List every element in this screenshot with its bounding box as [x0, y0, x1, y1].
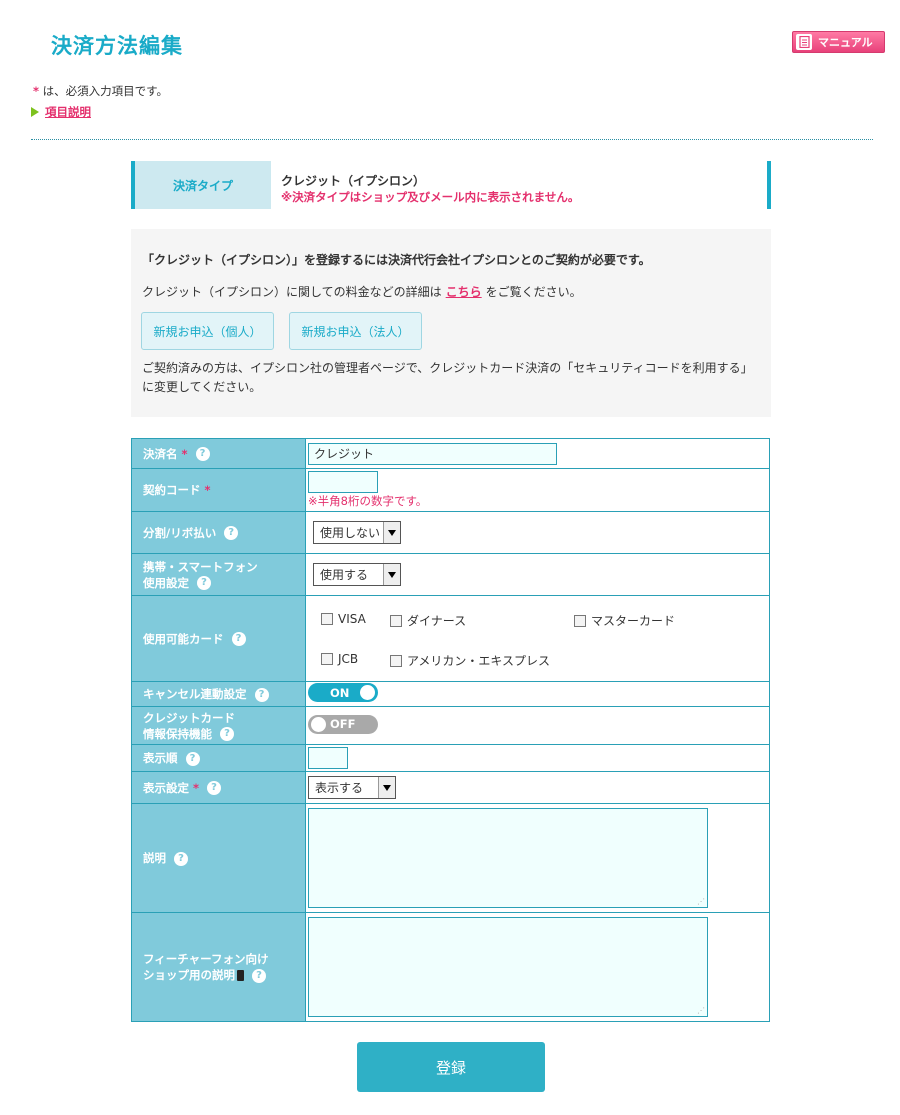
help-icon[interactable]: ?: [207, 781, 222, 795]
card-keep-toggle[interactable]: OFF: [308, 714, 378, 734]
display-setting-label: 表示設定 *?: [131, 771, 306, 804]
contract-code-label: 契約コード *: [131, 468, 306, 512]
help-link-row: 項目説明: [31, 104, 91, 120]
details-link[interactable]: こちら: [446, 285, 482, 299]
help-icon[interactable]: ?: [185, 751, 200, 766]
display-order-input[interactable]: [308, 747, 348, 769]
payment-settings-form: 決済名 *? クレジット 契約コード * ※半角8桁の数字です。 分割/リボ払い? …: [131, 438, 770, 1022]
installment-select[interactable]: 使用しない: [313, 521, 401, 544]
card-amex-checkbox[interactable]: アメリカン・エキスプレス: [390, 652, 550, 669]
row-cancel-link: キャンセル連動設定? ON: [131, 681, 770, 707]
row-card-keep: クレジットカード 情報保持機能? OFF: [131, 706, 770, 745]
help-icon[interactable]: ?: [231, 632, 246, 646]
contract-info-line2-after: をご覧ください。: [485, 285, 582, 299]
help-icon[interactable]: ?: [174, 851, 188, 866]
cancel-link-label: キャンセル連動設定?: [131, 681, 306, 707]
page-title: 決済方法編集: [51, 34, 183, 58]
payment-type-right-bar: [767, 161, 771, 209]
row-payment-name: 決済名 *? クレジット: [131, 438, 770, 469]
feature-phone-label: フィーチャーフォン向け ショップ用の説明?: [131, 912, 306, 1022]
help-icon[interactable]: ?: [195, 447, 210, 461]
display-setting-select[interactable]: 表示する: [308, 776, 396, 799]
register-button[interactable]: 登録: [357, 1042, 545, 1092]
arrow-right-icon: [31, 107, 39, 117]
mobile-label: 携帯・スマートフォン 使用設定?: [131, 553, 306, 596]
manual-button-label: マニュアル: [818, 36, 873, 49]
card-keep-label: クレジットカード 情報保持機能?: [131, 706, 306, 745]
help-icon[interactable]: ?: [197, 576, 211, 590]
installment-label: 分割/リボ払い?: [131, 511, 306, 554]
required-note: * は、必須入力項目です。: [33, 83, 168, 99]
payment-name-label: 決済名 *?: [131, 438, 306, 469]
row-installment: 分割/リボ払い? 使用しない: [131, 511, 770, 554]
help-icon[interactable]: ?: [254, 687, 269, 702]
description-label: 説明?: [131, 803, 306, 913]
contract-info-line1: 「クレジット（イプシロン）」を登録するには決済代行会社イプシロンとのご契約が必要…: [142, 253, 651, 267]
cards-label: 使用可能カード?: [131, 595, 306, 682]
resize-grip-icon[interactable]: ⋰: [697, 1006, 705, 1015]
feature-phone-textarea[interactable]: ⋰: [308, 917, 708, 1017]
contract-info-box: 「クレジット（イプシロン）」を登録するには決済代行会社イプシロンとのご契約が必要…: [131, 229, 771, 417]
payment-type-box: 決済タイプ クレジット（イプシロン） ※決済タイプはショップ及びメール内に表示さ…: [131, 161, 771, 209]
row-cards: 使用可能カード? VISA ダイナース マスターカード JCB アメリカン・エキ…: [131, 595, 770, 682]
row-contract-code: 契約コード * ※半角8桁の数字です。: [131, 468, 770, 512]
cancel-link-toggle[interactable]: ON: [308, 683, 378, 702]
required-star: *: [204, 483, 211, 497]
row-display-setting: 表示設定 *? 表示する: [131, 771, 770, 804]
required-star: *: [193, 780, 200, 795]
row-mobile: 携帯・スマートフォン 使用設定? 使用する: [131, 553, 770, 596]
manual-button[interactable]: マニュアル: [792, 31, 885, 53]
chevron-down-icon: [378, 777, 395, 798]
chevron-down-icon: [383, 522, 400, 543]
contract-info-line2: クレジット（イプシロン）に関しての料金などの詳細は こちら をご覧ください。: [142, 283, 582, 300]
item-help-link[interactable]: 項目説明: [45, 104, 91, 120]
required-star: *: [181, 446, 188, 461]
row-feature-phone: フィーチャーフォン向け ショップ用の説明? ⋰: [131, 912, 770, 1022]
help-icon[interactable]: ?: [224, 526, 239, 540]
contract-info-line2-before: クレジット（イプシロン）に関しての料金などの詳細は: [142, 285, 442, 299]
help-icon[interactable]: ?: [252, 968, 266, 983]
feature-phone-icon: [237, 970, 244, 981]
payment-name-input[interactable]: クレジット: [308, 442, 557, 465]
required-text: は、必須入力項目です。: [39, 84, 169, 98]
payment-type-label: 決済タイプ: [135, 161, 271, 209]
payment-type-note: ※決済タイプはショップ及びメール内に表示されません。: [281, 190, 580, 204]
divider: [31, 139, 873, 140]
row-description: 説明? ⋰: [131, 803, 770, 913]
mobile-select[interactable]: 使用する: [313, 563, 401, 586]
card-diners-checkbox[interactable]: ダイナース: [390, 612, 466, 629]
contract-info-line3: ご契約済みの方は、イプシロン社の管理者ページで、クレジットカード決済の「セキュリ…: [142, 361, 753, 394]
chevron-down-icon: [383, 564, 400, 585]
payment-type-value: クレジット（イプシロン）: [281, 174, 426, 188]
apply-personal-button[interactable]: 新規お申込（個人）: [141, 312, 274, 350]
resize-grip-icon[interactable]: ⋰: [697, 897, 705, 906]
card-master-checkbox[interactable]: マスターカード: [574, 612, 675, 629]
row-display-order: 表示順?: [131, 744, 770, 772]
apply-corporate-button[interactable]: 新規お申込（法人）: [289, 312, 422, 350]
description-textarea[interactable]: ⋰: [308, 808, 708, 908]
card-jcb-checkbox[interactable]: JCB: [321, 652, 358, 666]
manual-document-icon: [796, 34, 812, 50]
contract-code-note: ※半角8桁の数字です。: [308, 494, 428, 508]
display-order-label: 表示順?: [131, 744, 306, 772]
contract-code-input[interactable]: [308, 471, 378, 493]
help-icon[interactable]: ?: [220, 727, 234, 741]
card-visa-checkbox[interactable]: VISA: [321, 612, 366, 626]
